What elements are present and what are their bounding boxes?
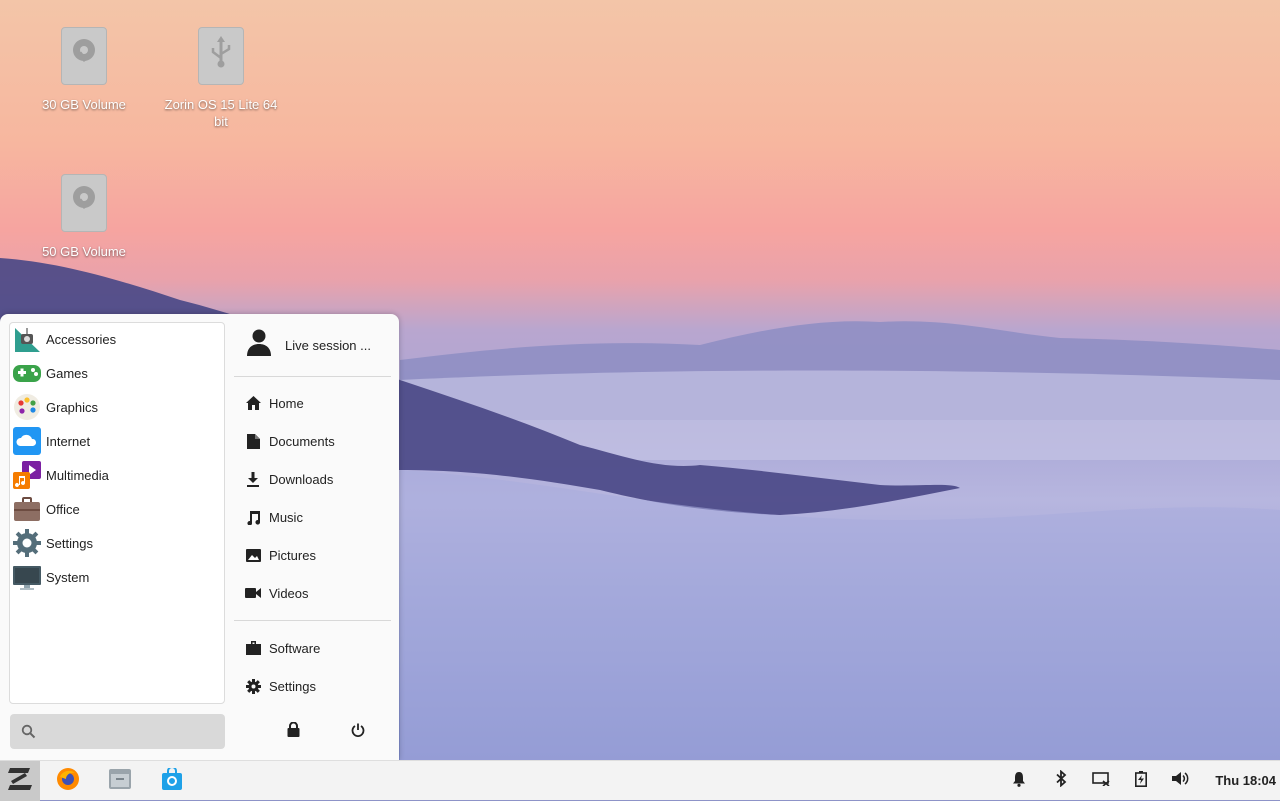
lock-icon [287,721,300,742]
category-internet[interactable]: Internet [12,426,212,456]
software-icon [245,640,261,656]
usb-drive-icon [198,27,244,85]
clock[interactable]: Thu 18:04 [1215,761,1276,801]
place-label: Music [269,509,303,525]
firefox-taskbar-button[interactable] [48,761,88,801]
place-label: Home [269,395,304,411]
taskbar: Thu 18:04 [0,760,1280,801]
drive-icon [61,174,107,232]
category-graphics[interactable]: Graphics [12,392,212,422]
document-icon [245,433,261,449]
accessories-icon [12,324,42,354]
drive-icon [61,27,107,85]
category-settings[interactable]: Settings [12,528,212,558]
volume-button[interactable] [1169,761,1191,801]
search-box[interactable] [10,714,225,751]
desktop-icon-50gb-volume[interactable]: 50 GB Volume [24,174,144,260]
separator [234,620,391,621]
volume-icon [1171,771,1189,791]
software-store-icon [161,765,183,795]
power-icon [351,723,365,742]
lock-button[interactable] [283,721,303,742]
download-icon [245,471,261,487]
place-documents[interactable]: Documents [245,427,395,455]
video-icon [245,585,261,601]
place-label: Videos [269,585,309,601]
category-system[interactable]: System [12,562,212,592]
picture-icon [245,547,261,563]
battery-button[interactable] [1130,761,1152,801]
desktop-icon-30gb-volume[interactable]: 30 GB Volume [24,27,144,113]
zorin-menu-button[interactable] [0,761,40,801]
desktop-icon-label: Zorin OS 15 Lite 64 bit [164,97,278,129]
separator [234,376,391,377]
category-games[interactable]: Games [12,358,212,388]
place-pictures[interactable]: Pictures [245,541,395,569]
desktop-icon-label: 50 GB Volume [42,244,126,259]
category-label: Graphics [46,399,99,415]
cloud-icon [12,426,42,456]
search-input[interactable] [40,714,224,751]
place-label: Downloads [269,471,334,487]
app-label: Settings [269,678,316,694]
briefcase-icon [12,494,42,524]
category-multimedia[interactable]: Multimedia [12,460,212,490]
gamepad-icon [12,358,42,388]
user-avatar-icon [245,328,273,363]
place-downloads[interactable]: Downloads [245,465,395,493]
category-label: Games [46,365,88,381]
desktop-icon-label: 30 GB Volume [42,97,126,112]
place-label: Pictures [269,547,316,563]
category-label: Accessories [46,331,117,347]
bluetooth-button[interactable] [1050,761,1072,801]
app-software[interactable]: Software [245,634,395,662]
software-store-taskbar-button[interactable] [152,761,192,801]
app-label: Software [269,640,321,656]
files-taskbar-button[interactable] [100,761,140,801]
display-icon [1092,771,1110,791]
place-music[interactable]: Music [245,503,395,531]
zorin-menu-icon [7,767,33,795]
home-icon [245,395,261,411]
palette-icon [12,392,42,422]
monitor-icon [12,562,42,592]
bluetooth-icon [1055,769,1067,792]
display-button[interactable] [1090,761,1112,801]
gear-icon [12,528,42,558]
category-label: Internet [46,433,91,449]
place-label: Documents [269,433,335,449]
power-button[interactable] [348,722,368,742]
place-home[interactable]: Home [245,389,395,417]
app-settings[interactable]: Settings [245,672,395,700]
desktop-icon-zorin-usb[interactable]: Zorin OS 15 Lite 64 bit [161,27,281,130]
user-account[interactable]: Live session ... [245,328,395,363]
place-videos[interactable]: Videos [245,579,395,607]
user-label: Live session ... [285,337,371,353]
firefox-icon [56,767,80,796]
search-icon [21,724,36,744]
multimedia-icon [12,460,42,490]
bell-icon [1012,771,1026,792]
category-label: Office [46,501,80,517]
music-icon [245,509,261,525]
files-icon [109,768,131,794]
category-label: Settings [46,535,93,551]
notifications-button[interactable] [1008,761,1030,801]
category-accessories[interactable]: Accessories [12,324,212,354]
category-label: Multimedia [46,467,109,483]
category-label: System [46,569,90,585]
category-office[interactable]: Office [12,494,212,524]
gear-icon [245,678,261,694]
battery-icon [1135,770,1147,792]
